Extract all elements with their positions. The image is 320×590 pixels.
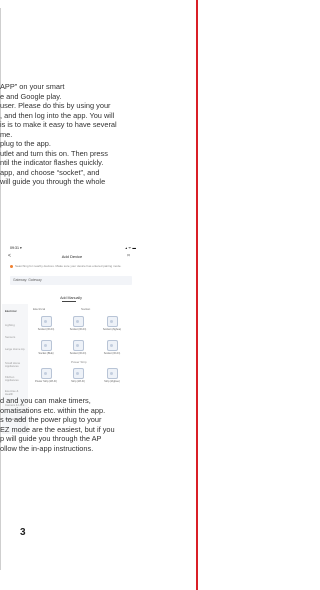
gateway-label: Gateway: Gateway (13, 278, 42, 282)
device-tile[interactable]: Socket (Zigbee) (101, 316, 123, 331)
device-tile[interactable]: Socket (Wi-Fi) (67, 340, 89, 355)
text-line: ollow the in-app instructions. (0, 443, 94, 453)
device-label: Socket (Wi-Fi) (37, 328, 55, 331)
status-time: 09:31 ▾ (10, 246, 22, 250)
sidebar-item-small-home-appliances[interactable]: Small Home Appliances (5, 361, 27, 369)
device-tile[interactable]: Power Strip (Wi-Fi) (35, 368, 57, 383)
text-line: plug to the app. (0, 139, 51, 148)
search-hint-text: Searching for nearby devices. Make sure … (15, 264, 122, 268)
text-line: s to add the power plug to your (0, 415, 102, 424)
device-tile[interactable]: Socket (Wi-Fi) (67, 316, 89, 331)
nav-bar: < Add Device ⌗ (8, 254, 136, 262)
power-strip-icon (72, 368, 84, 379)
power-strip-icon (40, 368, 52, 379)
device-tile[interactable]: Socket (Wi-Fi) (35, 316, 57, 331)
sidebar-item-electrical[interactable]: Electrical (5, 309, 27, 313)
text-line: APP” on your smart (0, 82, 65, 91)
device-label: Power Strip (Wi-Fi) (35, 380, 57, 383)
socket-icon (106, 340, 118, 351)
add-manually-tab[interactable]: Add Manually (2, 296, 140, 300)
status-bar: 09:31 ▾ ▴ ᯤ ▬ (10, 246, 138, 252)
text-line: d and you can make timers, (0, 396, 91, 405)
text-line: EZ mode are the easiest, but if you (0, 424, 115, 434)
gateway-selector[interactable]: Gateway: Gateway (10, 276, 132, 285)
text-line: ntil the indicator flashes quickly. (0, 158, 104, 167)
device-label: Strip (Wi-Fi) (71, 380, 85, 383)
text-line: user. Please do this by using your (0, 101, 111, 110)
power-strip-icon (106, 368, 118, 379)
category-header: Electrical Socket (33, 307, 136, 312)
device-tile[interactable]: Strip (Zigbee) (101, 368, 123, 383)
text-line: omatisations etc. within the app. (0, 405, 106, 415)
category-name: Electrical (33, 307, 46, 311)
device-label: Socket (BLE) (38, 352, 54, 355)
socket-icon (40, 340, 52, 351)
socket-icon (106, 316, 118, 327)
search-hint: Searching for nearby devices. Make sure … (10, 264, 128, 268)
sidebar-item-lighting[interactable]: Lighting (5, 323, 27, 327)
text-line: app, and choose “socket”, and (0, 167, 100, 177)
device-label: Socket (Wi-Fi) (103, 352, 121, 355)
signal-battery-icons: ▴ ᯤ ▬ (125, 246, 136, 250)
sidebar-item-kitchen-appliances[interactable]: Kitchen Appliances (5, 375, 27, 383)
text-line: is is to make it easy to have several (0, 120, 117, 129)
sidebar-item-sensors[interactable]: Sensors (5, 335, 27, 339)
page-title: Add Device (61, 254, 83, 259)
socket-icon (72, 340, 84, 351)
text-line: will guide you through the whole (0, 177, 106, 186)
device-tile[interactable]: Socket (Wi-Fi) (101, 340, 123, 355)
scan-icon[interactable]: ⌗ (127, 254, 130, 259)
device-label: Socket (Wi-Fi) (69, 352, 87, 355)
device-label: Strip (Zigbee) (104, 380, 120, 383)
intro-paragraph: APP” on your smart e and Google play. us… (0, 82, 190, 187)
text-line: utlet and turn this on. Then press (0, 148, 108, 158)
outro-paragraph: d and you can make timers, omatisations … (0, 396, 190, 453)
right-red-rule (196, 0, 198, 590)
text-line: p will guide you through the AP (0, 434, 102, 443)
text-line: me. (0, 129, 13, 139)
searching-indicator-icon (10, 264, 13, 268)
device-label: Socket (Zigbee) (102, 328, 122, 331)
subcategory-name: Socket (81, 307, 91, 311)
device-label: Socket (Wi-Fi) (69, 328, 87, 331)
page-number: 3 (20, 527, 26, 538)
device-tile[interactable]: Strip (Wi-Fi) (67, 368, 89, 383)
socket-icon (72, 316, 84, 327)
tab-underline (62, 301, 76, 302)
socket-icon (40, 316, 52, 327)
text-line: , and then log into the app. You will (0, 110, 115, 120)
device-tile[interactable]: Socket (BLE) (35, 340, 57, 355)
section-power-strip: Power Strip (71, 360, 87, 364)
sidebar-item-large-home-ap[interactable]: Large Home Ap. (5, 347, 27, 351)
text-line: e and Google play. (0, 91, 62, 101)
